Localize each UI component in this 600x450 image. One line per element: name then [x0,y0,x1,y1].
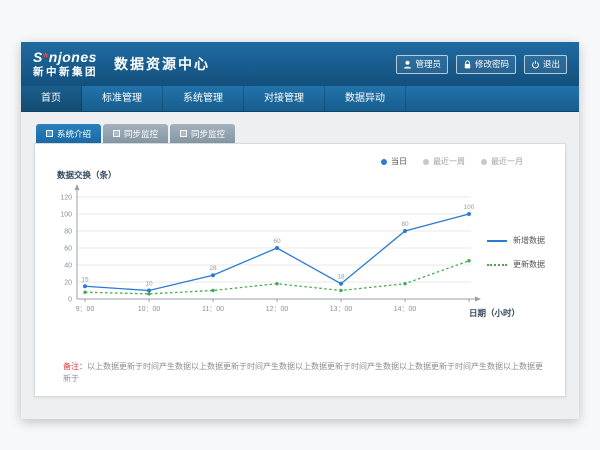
nav-item-integration[interactable]: 对接管理 [244,86,325,111]
nav-item-home[interactable]: 首页 [21,86,82,111]
nav-item-data-changes[interactable]: 数据异动 [325,86,406,111]
change-password-button[interactable]: 修改密码 [456,55,516,74]
tab-icon [180,130,187,137]
legend-item-updated-data[interactable]: 更新数据 [487,259,545,270]
filter-label: 最近一周 [433,156,465,167]
svg-text:40: 40 [64,263,72,270]
svg-text:9：00: 9：00 [76,306,95,313]
svg-text:13：00: 13：00 [330,306,353,313]
logo-text-1: S [33,49,43,65]
svg-text:0: 0 [68,297,72,304]
remark-text: 以上数据更新于时间产生数据以上数据更新于时间产生数据以上数据更新于时间产生数据以… [63,362,543,383]
logo-text-2: njones [49,49,97,65]
legend-label: 更新数据 [513,259,545,270]
tab-sync-monitor-2[interactable]: 同步监控 [170,124,235,143]
chart-panel: 当日 最近一周 最近一月 数据交换（条） 0 20 40 60 80 100 120 9：00… [34,143,566,397]
svg-text:14：00: 14：00 [394,306,417,313]
header-actions: 管理员 修改密码 退出 [396,55,567,74]
line-chart-svg: 0 20 40 60 80 100 120 9：00 10：00 11：00 12：00 13：00 1… [47,183,483,331]
filter-last-week[interactable]: 最近一周 [423,156,465,167]
filter-last-month[interactable]: 最近一月 [481,156,523,167]
tab-bar: 系统介绍 同步监控 同步监控 [36,124,566,143]
svg-text:120: 120 [60,195,72,202]
tab-icon [113,130,120,137]
filter-today[interactable]: 当日 [381,156,407,167]
power-icon [531,60,540,69]
svg-text:10：00: 10：00 [138,306,161,313]
svg-text:10: 10 [145,281,153,288]
change-password-button-label: 修改密码 [475,58,509,70]
logout-button[interactable]: 退出 [524,55,567,74]
svg-text:100: 100 [464,204,475,211]
svg-text:80: 80 [401,221,409,228]
tab-label: 系统介绍 [57,128,91,140]
legend-label: 新增数据 [513,235,545,246]
y-axis-title: 数据交换（条） [57,169,565,181]
filter-label: 最近一月 [491,156,523,167]
nav-item-standards[interactable]: 标准管理 [82,86,163,111]
period-filters: 当日 最近一周 最近一月 [35,144,565,167]
radio-dot-icon [381,159,387,165]
remark-label: 备注： [63,362,87,371]
svg-text:15: 15 [81,276,89,283]
lock-icon [463,60,472,69]
radio-dot-icon [481,159,487,165]
logout-button-label: 退出 [543,58,560,70]
app-window: S*njones 新中新集团 数据资源中心 管理员 修改密码 退出 首页 标准管… [21,42,579,419]
svg-text:11：00: 11：00 [202,306,224,313]
legend-item-new-data[interactable]: 新增数据 [487,235,545,246]
x-axis-title: 日期（小时） [469,307,520,319]
page-title: 数据资源中心 [114,54,210,74]
admin-button-label: 管理员 [415,58,441,70]
filter-label: 当日 [391,156,407,167]
app-header: S*njones 新中新集团 数据资源中心 管理员 修改密码 退出 [21,42,579,86]
tab-label: 同步监控 [191,128,225,140]
legend-solid-line-icon [487,240,507,242]
svg-text:20: 20 [64,280,72,287]
logo-wordmark: S*njones [33,50,98,64]
user-icon [403,60,412,69]
line-chart: 0 20 40 60 80 100 120 9：00 10：00 11：00 12：00 13：00 1… [35,183,565,331]
remark-note: 备注：以上数据更新于时间产生数据以上数据更新于时间产生数据以上数据更新于时间产生… [63,361,545,385]
nav-item-system[interactable]: 系统管理 [163,86,244,111]
svg-text:60: 60 [64,246,72,253]
tab-system-intro[interactable]: 系统介绍 [36,124,101,143]
svg-text:100: 100 [60,212,72,219]
logo: S*njones 新中新集团 [33,50,98,78]
admin-button[interactable]: 管理员 [396,55,448,74]
legend-dashed-line-icon [487,264,507,266]
tab-label: 同步监控 [124,128,158,140]
logo-subtitle: 新中新集团 [33,67,98,78]
tab-icon [46,130,53,137]
svg-text:80: 80 [64,229,72,236]
tab-sync-monitor-1[interactable]: 同步监控 [103,124,168,143]
svg-text:12：00: 12：00 [266,306,289,313]
radio-dot-icon [423,159,429,165]
content-area: 系统介绍 同步监控 同步监控 当日 最近一周 [21,112,579,397]
svg-text:28: 28 [209,265,217,272]
main-nav: 首页 标准管理 系统管理 对接管理 数据异动 [21,86,579,112]
svg-text:60: 60 [273,238,281,245]
svg-text:18: 18 [337,274,345,281]
